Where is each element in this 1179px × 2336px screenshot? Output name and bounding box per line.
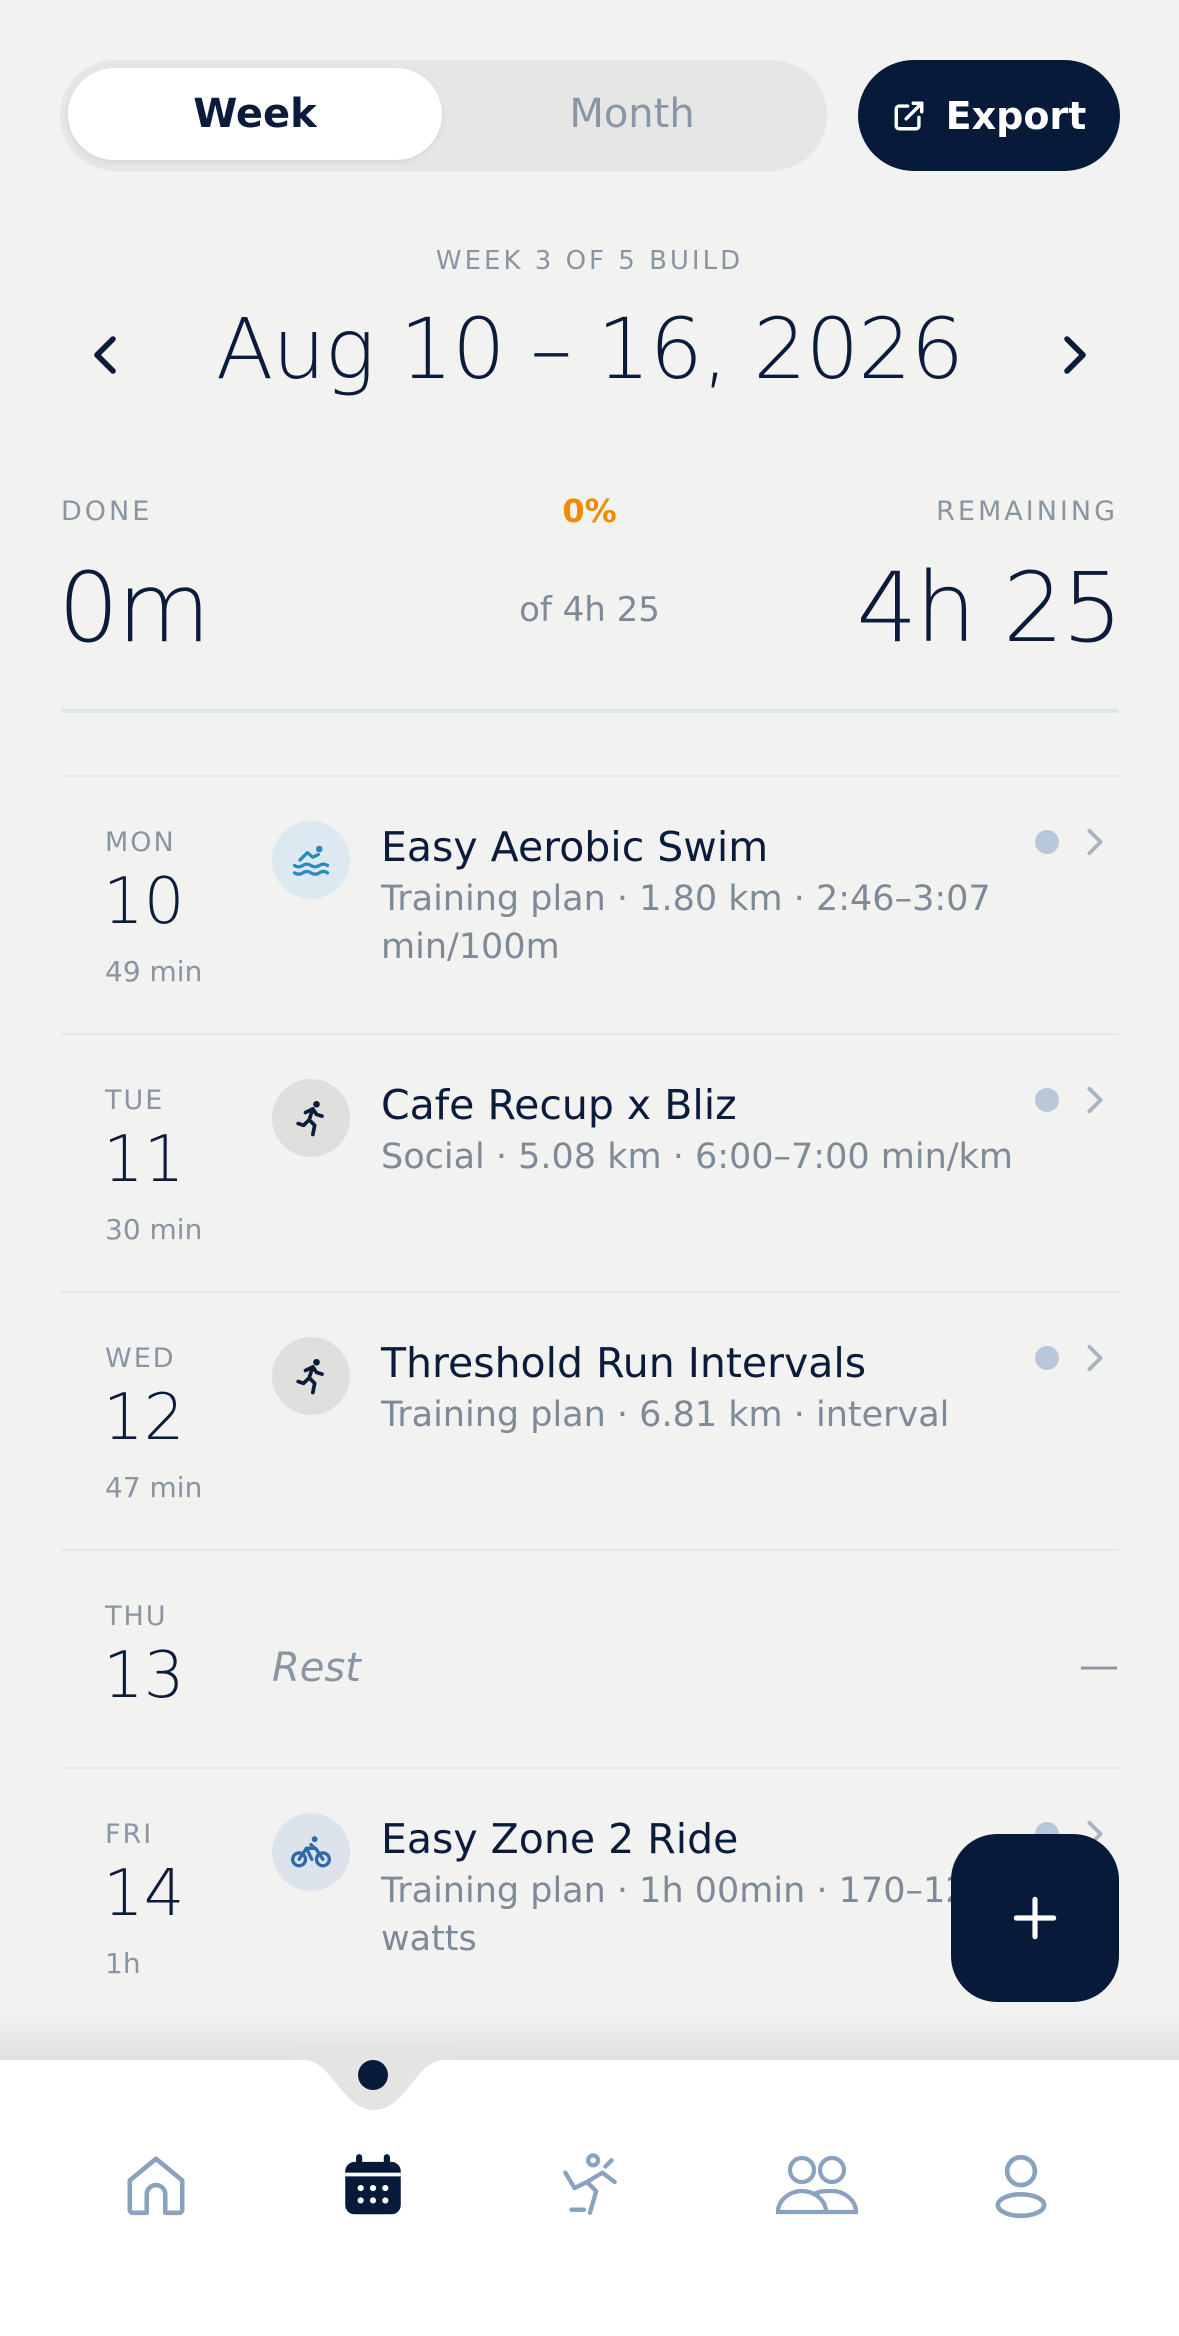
nav-community[interactable] bbox=[762, 2140, 872, 2230]
chevron-right-icon bbox=[1064, 336, 1086, 374]
day-number: 12 bbox=[103, 1381, 185, 1455]
home-icon bbox=[127, 2156, 185, 2216]
chevron-right-icon bbox=[1087, 828, 1103, 856]
activity-title: Easy Zone 2 Ride bbox=[381, 1815, 739, 1863]
export-label: Export bbox=[945, 93, 1087, 138]
day-number: 11 bbox=[103, 1123, 185, 1197]
chevron-right-icon bbox=[1087, 1344, 1103, 1372]
day-row-mon[interactable]: MON 10 49 min Easy Aerobic Swim Training… bbox=[61, 775, 1119, 1035]
nav-home[interactable] bbox=[111, 2140, 201, 2230]
status-dot bbox=[1035, 1088, 1059, 1112]
activity-title: Easy Aerobic Swim bbox=[381, 823, 769, 871]
activity-title: Cafe Recup x Bliz bbox=[381, 1081, 737, 1129]
day-row-tue[interactable]: TUE 11 30 min Cafe Recup x Bliz Social ·… bbox=[61, 1033, 1119, 1293]
day-abbr: THU bbox=[105, 1601, 168, 1632]
day-number: 13 bbox=[103, 1639, 185, 1713]
day-duration: 1h bbox=[105, 1947, 141, 1980]
nav-workouts[interactable] bbox=[545, 2140, 635, 2230]
day-duration: 49 min bbox=[105, 955, 203, 988]
nav-calendar[interactable] bbox=[328, 2140, 418, 2230]
month-tab[interactable]: Month bbox=[445, 68, 819, 160]
day-abbr: TUE bbox=[105, 1085, 165, 1116]
external-link-icon bbox=[894, 101, 924, 130]
workout-icon bbox=[563, 2153, 617, 2215]
rest-dash: — bbox=[1079, 1643, 1119, 1689]
export-button[interactable]: Export bbox=[858, 60, 1120, 171]
calendar-icon bbox=[345, 2154, 401, 2215]
day-abbr: WED bbox=[105, 1343, 176, 1374]
remaining-label: REMAINING bbox=[936, 496, 1118, 527]
activity-subtitle: Training plan · 1.80 km · 2:46–3:07 min/… bbox=[381, 879, 991, 967]
run-icon bbox=[272, 1337, 350, 1415]
plus-icon bbox=[1013, 1896, 1057, 1940]
next-week-button[interactable] bbox=[1040, 320, 1110, 390]
swim-icon bbox=[272, 821, 350, 899]
bike-icon bbox=[272, 1813, 350, 1891]
activity-title: Threshold Run Intervals bbox=[381, 1339, 867, 1387]
day-abbr: FRI bbox=[105, 1819, 154, 1850]
chevron-right-icon bbox=[1087, 1086, 1103, 1114]
add-workout-button[interactable] bbox=[951, 1834, 1119, 2002]
activity-subtitle: Training plan · 1h 00min · 170–127 watts bbox=[381, 1871, 990, 1959]
community-icon bbox=[775, 2155, 859, 2215]
nav-profile[interactable] bbox=[976, 2140, 1066, 2230]
day-duration: 30 min bbox=[105, 1213, 203, 1246]
week-progress-bar bbox=[61, 709, 1119, 713]
day-row-thu: THU 13 Rest — bbox=[61, 1549, 1119, 1769]
day-number: 14 bbox=[103, 1857, 185, 1931]
activity-subtitle: Training plan · 6.81 km · interval bbox=[381, 1395, 950, 1435]
profile-icon bbox=[995, 2154, 1047, 2219]
status-dot bbox=[1035, 1346, 1059, 1370]
run-icon bbox=[272, 1079, 350, 1157]
day-number: 10 bbox=[103, 865, 185, 939]
day-abbr: MON bbox=[105, 827, 176, 858]
activity-subtitle: Social · 5.08 km · 6:00–7:00 min/km bbox=[381, 1137, 1013, 1177]
week-tab[interactable]: Week bbox=[68, 68, 442, 160]
view-toggle: Week Month bbox=[60, 60, 827, 171]
week-phase-label: WEEK 3 OF 5 BUILD bbox=[435, 246, 744, 276]
rest-label: Rest bbox=[272, 1645, 361, 1691]
status-dot bbox=[1035, 830, 1059, 854]
day-duration: 47 min bbox=[105, 1471, 203, 1504]
active-tab-indicator bbox=[358, 2060, 388, 2090]
nav-fade bbox=[0, 2010, 1179, 2060]
week-range-title: Aug 10 – 16, 2026 bbox=[215, 300, 964, 398]
day-row-wed[interactable]: WED 12 47 min Threshold Run Intervals Tr… bbox=[61, 1291, 1119, 1551]
remaining-value: 4h 25 bbox=[856, 552, 1123, 664]
